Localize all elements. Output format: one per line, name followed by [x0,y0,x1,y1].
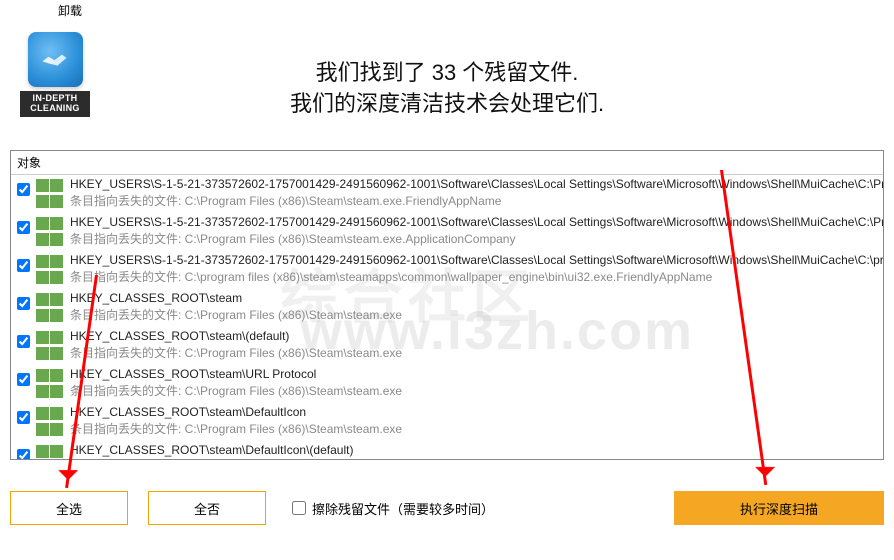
headline-line2: 我们的深度清洁技术会处理它们. [0,89,894,120]
headline: 我们找到了 33 个残留文件. 我们的深度清洁技术会处理它们. [0,58,894,120]
registry-icon [36,179,64,211]
row-checkbox[interactable] [17,411,30,424]
row-path: HKEY_USERS\S-1-5-21-373572602-1757001429… [70,177,883,191]
row-checkbox[interactable] [17,297,30,310]
row-path: HKEY_CLASSES_ROOT\steam\DefaultIcon\(def… [70,443,402,457]
table-row[interactable]: HKEY_CLASSES_ROOT\steam\DefaultIcon条目指向丢… [11,403,883,441]
registry-icon [36,331,64,363]
table-row[interactable]: HKEY_CLASSES_ROOT\steam条目指向丢失的文件: C:\Pro… [11,289,883,327]
row-path: HKEY_CLASSES_ROOT\steam\(default) [70,329,402,343]
row-checkbox[interactable] [17,183,30,196]
list-column-header: 对象 [11,151,883,175]
table-row[interactable]: HKEY_USERS\S-1-5-21-373572602-1757001429… [11,251,883,289]
row-sub: 条目指向丢失的文件: C:\Program Files (x86)\Steam\… [70,344,402,361]
row-sub: 条目指向丢失的文件: C:\Program Files (x86)\Steam\… [70,420,402,437]
list-body[interactable]: HKEY_USERS\S-1-5-21-373572602-1757001429… [11,175,883,459]
row-checkbox[interactable] [17,335,30,348]
row-path: HKEY_CLASSES_ROOT\steam [70,291,402,305]
registry-icon [36,369,64,401]
registry-icon [36,293,64,325]
row-sub: 条目指向丢失的文件: C:\Program Files (x86)\Steam\… [70,192,883,209]
table-row[interactable]: HKEY_CLASSES_ROOT\steam\DefaultIcon\(def… [11,441,883,459]
row-path: HKEY_USERS\S-1-5-21-373572602-1757001429… [70,215,883,229]
bottom-bar: 全选 全否 擦除残留文件（需要较多时间） 执行深度扫描 [10,488,884,528]
row-checkbox[interactable] [17,259,30,272]
headline-line1: 我们找到了 33 个残留文件. [0,58,894,89]
window-title: 卸载 [58,2,82,19]
table-row[interactable]: HKEY_USERS\S-1-5-21-373572602-1757001429… [11,175,883,213]
row-sub: 条目指向丢失的文件: C:\Program Files (x86)\Steam\… [70,230,883,247]
table-row[interactable]: HKEY_CLASSES_ROOT\steam\URL Protocol条目指向… [11,365,883,403]
row-sub: 条目指向丢失的文件: C:\Program Files (x86)\Steam\… [70,458,402,459]
select-none-button[interactable]: 全否 [148,491,266,525]
registry-icon [36,217,64,249]
row-sub: 条目指向丢失的文件: C:\program files (x86)\steam\… [70,268,883,285]
row-checkbox[interactable] [17,221,30,234]
row-path: HKEY_USERS\S-1-5-21-373572602-1757001429… [70,253,883,267]
row-path: HKEY_CLASSES_ROOT\steam\URL Protocol [70,367,402,381]
row-checkbox[interactable] [17,449,30,459]
registry-icon [36,445,64,459]
select-all-button[interactable]: 全选 [10,491,128,525]
registry-icon [36,255,64,287]
wipe-residual-checkbox[interactable] [292,501,306,515]
row-sub: 条目指向丢失的文件: C:\Program Files (x86)\Steam\… [70,382,402,399]
registry-icon [36,407,64,439]
table-row[interactable]: HKEY_CLASSES_ROOT\steam\(default)条目指向丢失的… [11,327,883,365]
wipe-residual-label[interactable]: 擦除残留文件（需要较多时间） [312,499,494,518]
table-row[interactable]: HKEY_USERS\S-1-5-21-373572602-1757001429… [11,213,883,251]
row-checkbox[interactable] [17,373,30,386]
row-path: HKEY_CLASSES_ROOT\steam\DefaultIcon [70,405,402,419]
row-sub: 条目指向丢失的文件: C:\Program Files (x86)\Steam\… [70,306,402,323]
deep-scan-button[interactable]: 执行深度扫描 [674,491,884,525]
leftover-list-panel: 对象 HKEY_USERS\S-1-5-21-373572602-1757001… [10,150,884,460]
